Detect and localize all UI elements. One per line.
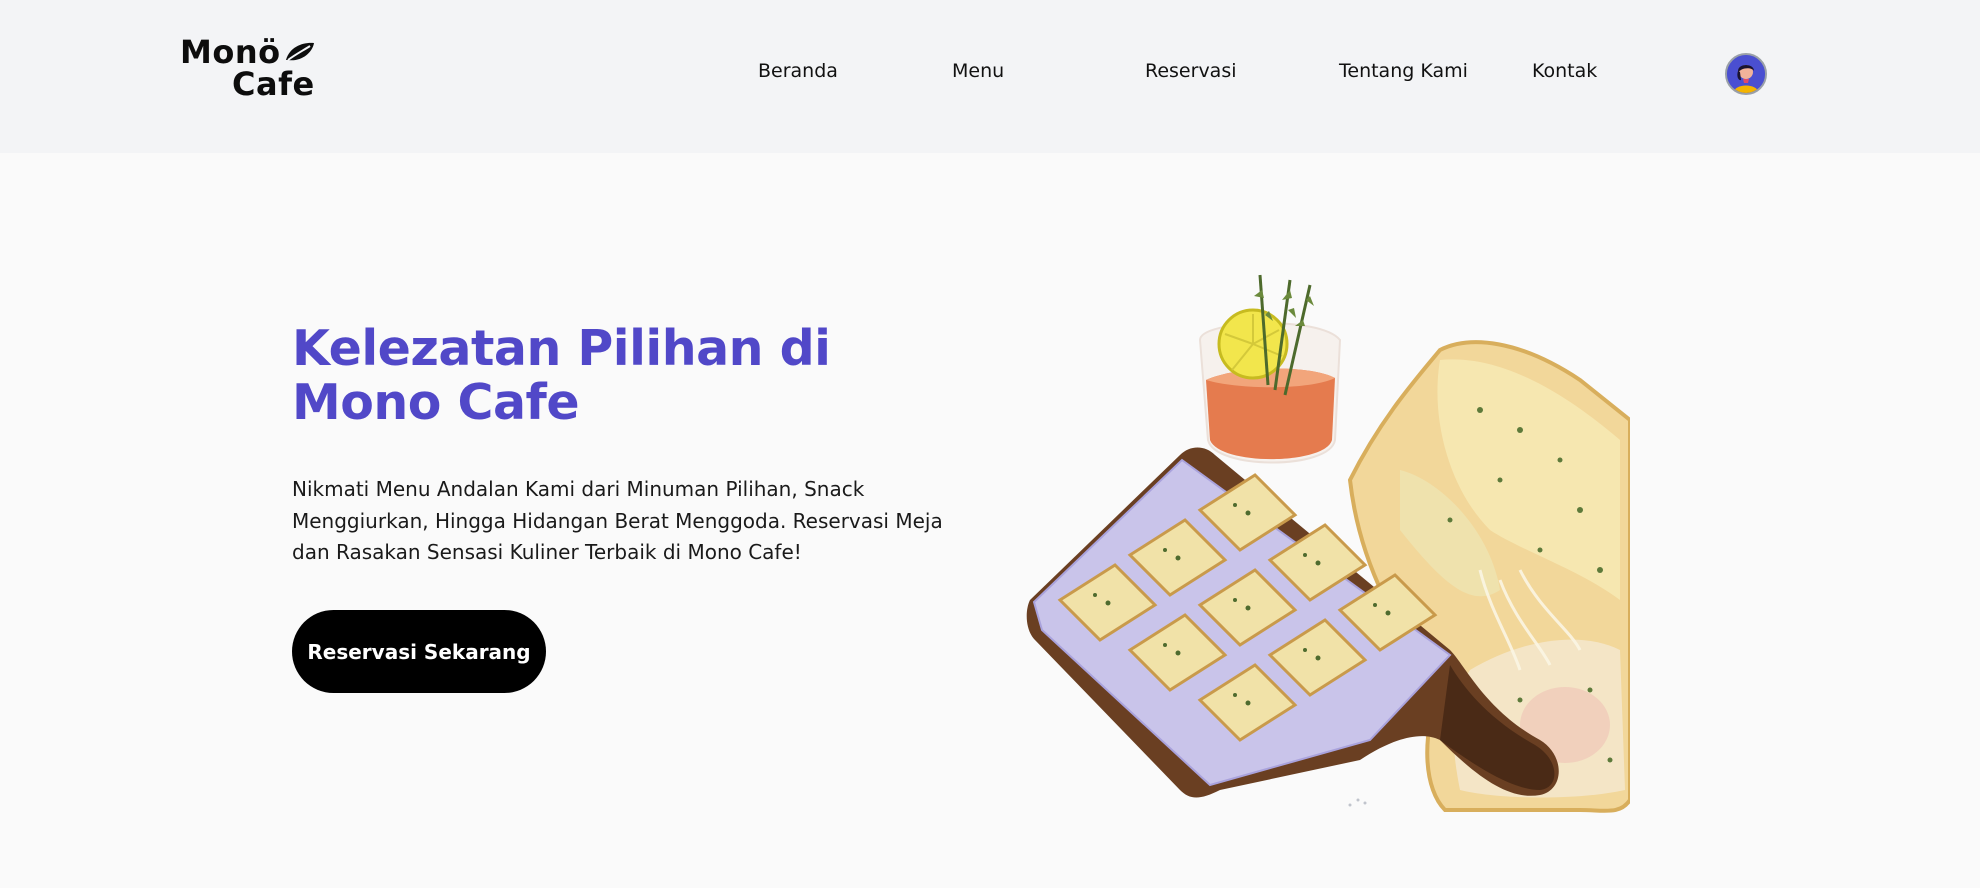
brand-logo[interactable]: Monö Cafe (178, 34, 328, 104)
site-header: Monö Cafe Beranda Menu Reservasi Tentang… (0, 0, 1980, 153)
hero-title: Kelezatan Pilihan di Mono Cafe (292, 320, 831, 431)
nav-item-kontak[interactable]: Kontak (1532, 60, 1597, 82)
hero-description: Nikmati Menu Andalan Kami dari Minuman P… (292, 477, 943, 564)
leaf-icon (286, 42, 314, 61)
nav-item-reservasi[interactable]: Reservasi (1145, 60, 1237, 82)
food-illustration (1026, 274, 1630, 813)
user-avatar-icon[interactable] (1725, 53, 1767, 95)
avatar-illustration (1727, 55, 1765, 93)
brand-name-line2: Cafe (232, 65, 315, 103)
nav-item-menu[interactable]: Menu (952, 60, 1004, 82)
nav-item-beranda[interactable]: Beranda (758, 60, 838, 82)
nav-item-tentang-kami[interactable]: Tentang Kami (1339, 60, 1468, 82)
reservasi-sekarang-button[interactable]: Reservasi Sekarang (292, 610, 546, 693)
